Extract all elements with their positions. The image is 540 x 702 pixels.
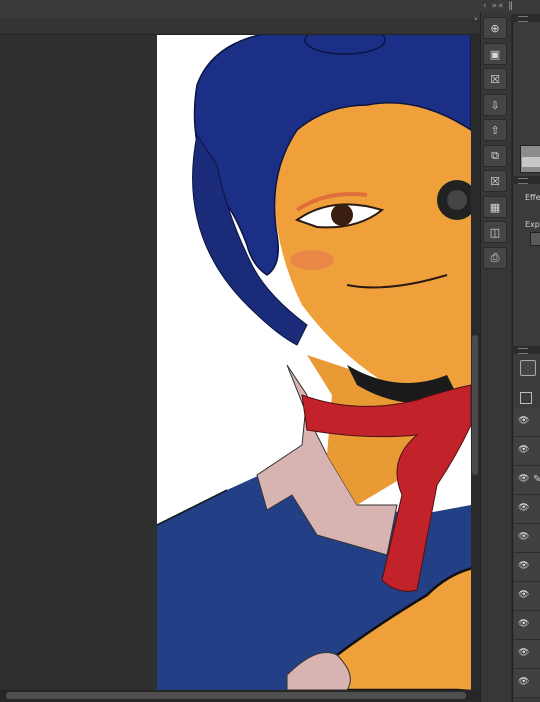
copy-icon[interactable]: ⧉ — [483, 145, 507, 167]
pen-icon: ✎ — [533, 474, 540, 485]
eye-icon[interactable]: 👁 — [518, 532, 529, 542]
panel-collapse-arrows[interactable]: ‹ »« ǁ — [483, 1, 514, 11]
effect-label: Effe — [525, 193, 540, 202]
navigator-viewport — [522, 157, 540, 167]
expression-color-swatch[interactable] — [530, 232, 540, 246]
horizontal-scroll-thumb[interactable] — [6, 692, 466, 699]
chevron-down-icon[interactable]: ˅ — [474, 18, 479, 28]
expression-label: Expr — [525, 220, 540, 229]
vertical-scroll-thumb[interactable] — [472, 335, 478, 475]
eye-icon[interactable]: 👁 — [518, 648, 529, 658]
close-icon[interactable]: ☒ — [483, 68, 507, 90]
layer-mask-icon[interactable] — [520, 392, 532, 404]
export-icon[interactable]: ⇧ — [483, 119, 507, 141]
new-icon[interactable]: ⊕ — [483, 17, 507, 39]
camera-icon[interactable]: ◫ — [483, 221, 507, 243]
grid-icon[interactable]: ▦ — [483, 196, 507, 218]
eye-icon[interactable]: 👁 — [518, 503, 529, 513]
artwork-illustration — [157, 35, 471, 690]
canvas-tab-bar: ˅ — [0, 18, 480, 35]
top-toolbar — [0, 0, 480, 19]
drawing-canvas[interactable] — [157, 35, 471, 690]
panel-grip-icon[interactable] — [518, 178, 528, 184]
eye-icon[interactable]: 👁 — [518, 677, 529, 687]
eye-icon[interactable]: 👁 — [518, 445, 529, 455]
eye-icon[interactable]: 👁 — [518, 416, 529, 426]
eye-icon[interactable]: 👁 — [518, 474, 529, 484]
save-icon[interactable]: ⇩ — [483, 94, 507, 116]
eye-icon[interactable]: 👁 — [518, 590, 529, 600]
eye-icon[interactable]: 👁 — [518, 561, 529, 571]
layer-tool-icon[interactable] — [520, 360, 536, 376]
panel-grip-icon[interactable] — [518, 348, 528, 354]
delete-icon[interactable]: ☒ — [483, 170, 507, 192]
face — [274, 87, 471, 399]
eye-icon[interactable]: 👁 — [518, 619, 529, 629]
print-icon[interactable]: ⎙ — [483, 247, 507, 269]
panel-grip-icon[interactable] — [518, 16, 528, 22]
open-icon[interactable]: ▣ — [483, 43, 507, 65]
